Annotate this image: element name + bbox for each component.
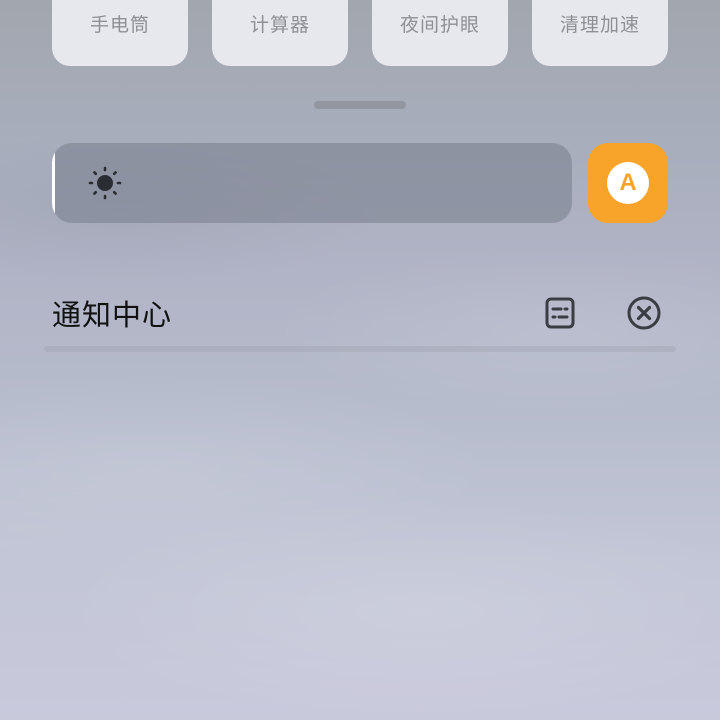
notification-center-title: 通知中心 xyxy=(52,298,173,332)
tile-label: 计算器 xyxy=(249,14,310,36)
notification-settings-icon xyxy=(545,297,575,329)
brightness-slider[interactable] xyxy=(52,143,572,223)
clear-all-button[interactable] xyxy=(626,295,662,331)
notification-settings-button[interactable] xyxy=(542,295,578,331)
quick-settings-tiles: 手电筒 计算器 夜间护眼 清理加速 xyxy=(52,0,668,66)
auto-brightness-icon: A xyxy=(607,162,649,204)
tile-label: 手电筒 xyxy=(89,14,150,36)
auto-brightness-button[interactable]: A xyxy=(588,143,668,223)
tile-cleanup-boost[interactable]: 清理加速 xyxy=(532,0,668,66)
tile-label: 夜间护眼 xyxy=(399,14,480,36)
sun-icon xyxy=(88,166,122,200)
notification-divider xyxy=(44,346,676,352)
tile-calculator[interactable]: 计算器 xyxy=(212,0,348,66)
clear-all-icon xyxy=(627,296,661,330)
auto-brightness-letter: A xyxy=(619,169,637,196)
drag-handle[interactable] xyxy=(314,101,406,109)
tile-flashlight[interactable]: 手电筒 xyxy=(52,0,188,66)
tile-night-eye-care[interactable]: 夜间护眼 xyxy=(372,0,508,66)
tile-label: 清理加速 xyxy=(559,14,640,36)
brightness-level-fill xyxy=(52,143,55,223)
